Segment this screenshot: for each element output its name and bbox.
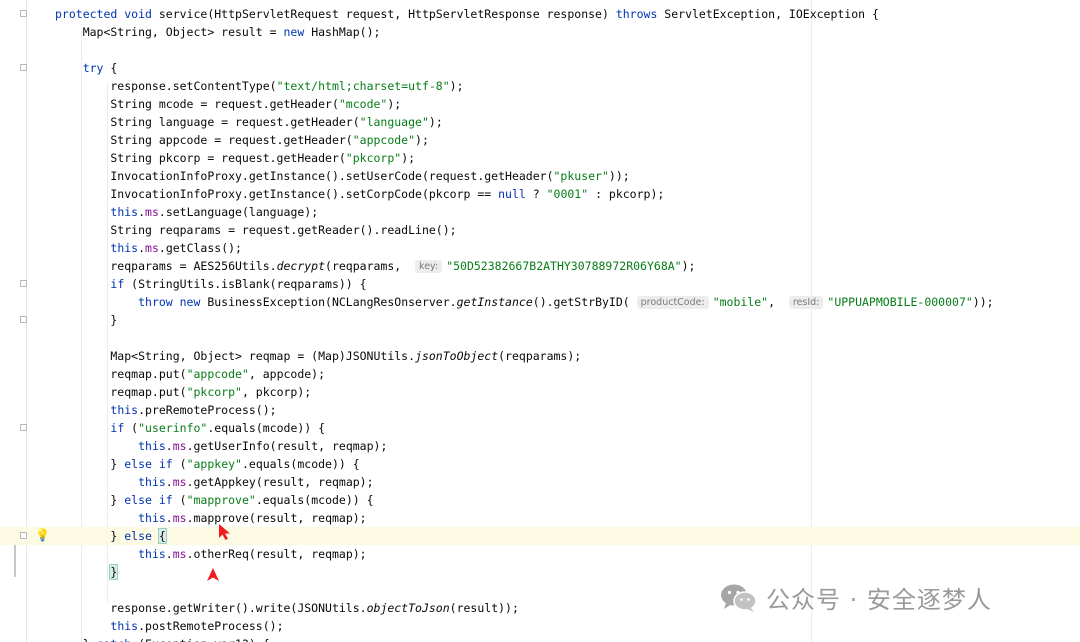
code-text: this.preRemoteProcess(); — [110, 403, 277, 417]
fold-end-icon[interactable] — [20, 316, 27, 323]
code-text: Map<String, Object> reqmap = (Map)JSONUt… — [55, 349, 582, 363]
code-line[interactable]: this.ms.mapprove(result, reqmap); — [0, 509, 1080, 527]
code-line[interactable]: String language = request.getHeader("lan… — [0, 113, 1080, 131]
code-text: InvocationInfoProxy.getInstance().setUse… — [55, 169, 630, 183]
fold-minus-icon[interactable] — [20, 280, 27, 287]
code-editor[interactable]: protected void service(HttpServletReques… — [0, 0, 1080, 642]
code-line[interactable]: } else if ("appkey".equals(mcode)) { — [0, 455, 1080, 473]
fold-minus-icon[interactable] — [20, 64, 27, 71]
code-line[interactable]: Map<String, Object> result = new HashMap… — [0, 23, 1080, 41]
code-line[interactable]: reqmap.put("appcode", appcode); — [0, 365, 1080, 383]
code-line[interactable]: this.ms.getClass(); — [0, 239, 1080, 257]
code-text: if (StringUtils.isBlank(reqparams)) { — [110, 277, 367, 291]
code-line[interactable]: } — [0, 311, 1080, 329]
code-text: } else if ("appkey".equals(mcode)) { — [55, 457, 360, 471]
code-line[interactable]: try { — [0, 59, 1080, 77]
code-line[interactable]: String reqparams = request.getReader().r… — [0, 221, 1080, 239]
fold-minus-icon[interactable] — [20, 10, 27, 17]
code-text: response.setContentType("text/html;chars… — [55, 79, 464, 93]
code-line[interactable] — [0, 329, 1080, 347]
code-text: } catch (Exception var13) { — [55, 635, 270, 642]
code-line[interactable]: Map<String, Object> reqmap = (Map)JSONUt… — [0, 347, 1080, 365]
code-text: throw new BusinessException(NCLangResOns… — [138, 295, 994, 309]
code-text: } — [55, 313, 118, 327]
code-line[interactable]: String mcode = request.getHeader("mcode"… — [0, 95, 1080, 113]
code-text: reqparams = AES256Utils.decrypt(reqparam… — [55, 259, 696, 273]
code-text: this.ms.setLanguage(language); — [110, 205, 319, 219]
code-line[interactable]: if (StringUtils.isBlank(reqparams)) { — [0, 275, 1080, 293]
code-text: reqmap.put("appcode", appcode); — [55, 367, 326, 381]
code-text: } else if ("mapprove".equals(mcode)) { — [55, 493, 374, 507]
red-arrow-icon — [219, 524, 230, 540]
code-line[interactable]: this.ms.getAppkey(result, reqmap); — [0, 473, 1080, 491]
code-text: String pkcorp = request.getHeader("pkcor… — [55, 151, 416, 165]
code-text: this.ms.mapprove(result, reqmap); — [138, 511, 367, 525]
code-text: } else { — [55, 528, 167, 544]
code-text: reqmap.put("pkcorp", pkcorp); — [55, 385, 312, 399]
code-text: InvocationInfoProxy.getInstance().setCor… — [55, 187, 665, 201]
code-text: response.getWriter().write(JSONUtils.obj… — [55, 601, 519, 615]
code-line[interactable] — [0, 41, 1080, 59]
code-area[interactable]: protected void service(HttpServletReques… — [0, 5, 1080, 642]
code-text: String appcode = request.getHeader("appc… — [55, 133, 429, 147]
code-text: String mcode = request.getHeader("mcode"… — [55, 97, 402, 111]
code-text: this.ms.getAppkey(result, reqmap); — [138, 475, 374, 489]
code-text: this.ms.getClass(); — [110, 241, 242, 255]
code-line[interactable]: String pkcorp = request.getHeader("pkcor… — [0, 149, 1080, 167]
code-line[interactable]: InvocationInfoProxy.getInstance().setUse… — [0, 167, 1080, 185]
code-line[interactable]: this.postRemoteProcess(); — [0, 617, 1080, 635]
code-text: this.ms.getUserInfo(result, reqmap); — [138, 439, 388, 453]
code-text: this.ms.otherReq(result, reqmap); — [138, 547, 367, 561]
code-line[interactable]: } catch (Exception var13) { — [0, 635, 1080, 642]
lightbulb-icon[interactable]: 💡 — [35, 529, 50, 541]
current-code-line[interactable]: 💡 } else { — [0, 527, 1080, 545]
code-line[interactable]: String appcode = request.getHeader("appc… — [0, 131, 1080, 149]
watermark-text: 公众号 · 安全逐梦人 — [766, 586, 992, 614]
watermark: 公众号 · 安全逐梦人 — [720, 580, 992, 615]
code-line[interactable]: this.preRemoteProcess(); — [0, 401, 1080, 419]
fold-minus-icon[interactable] — [20, 424, 27, 431]
code-text: String language = request.getHeader("lan… — [55, 115, 443, 129]
code-line[interactable]: throw new BusinessException(NCLangResOns… — [0, 293, 1080, 311]
fold-minus-icon[interactable] — [20, 532, 27, 539]
code-line[interactable]: protected void service(HttpServletReques… — [0, 5, 1080, 23]
code-text: Map<String, Object> result = new HashMap… — [55, 25, 381, 39]
code-text: try { — [82, 61, 118, 75]
red-arrow-up-icon — [207, 568, 219, 581]
code-line[interactable]: this.ms.getUserInfo(result, reqmap); — [0, 437, 1080, 455]
code-line[interactable]: response.setContentType("text/html;chars… — [0, 77, 1080, 95]
code-line[interactable]: InvocationInfoProxy.getInstance().setCor… — [0, 185, 1080, 203]
code-text: String reqparams = request.getReader().r… — [55, 223, 457, 237]
code-line[interactable]: this.ms.setLanguage(language); — [0, 203, 1080, 221]
code-text: } — [109, 564, 119, 580]
code-text: protected void service(HttpServletReques… — [55, 7, 879, 21]
code-line[interactable]: } — [0, 563, 1080, 581]
code-line[interactable]: } else if ("mapprove".equals(mcode)) { — [0, 491, 1080, 509]
wechat-logo-icon — [721, 584, 757, 612]
code-text: this.postRemoteProcess(); — [110, 619, 284, 633]
code-line[interactable]: reqmap.put("pkcorp", pkcorp); — [0, 383, 1080, 401]
code-text: if ("userinfo".equals(mcode)) { — [110, 421, 326, 435]
code-line[interactable]: this.ms.otherReq(result, reqmap); — [0, 545, 1080, 563]
code-line[interactable]: if ("userinfo".equals(mcode)) { — [0, 419, 1080, 437]
code-line[interactable]: reqparams = AES256Utils.decrypt(reqparam… — [0, 257, 1080, 275]
